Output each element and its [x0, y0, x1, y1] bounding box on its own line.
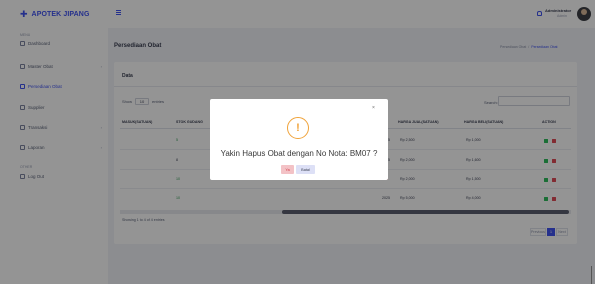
warning-circle-icon: ! [287, 117, 309, 139]
confirm-yes-button[interactable]: Ya [281, 165, 294, 174]
cancel-button[interactable]: Batal [296, 165, 315, 174]
close-icon[interactable]: × [372, 105, 375, 111]
edge-line [591, 266, 592, 284]
app-window: ✚ APOTEK JIPANG MENU Dashboard Master Ob… [0, 0, 595, 284]
dialog-message: Yakin Hapus Obat dengan No Nota: BM07 ? [220, 149, 378, 158]
confirm-delete-dialog: × ! Yakin Hapus Obat dengan No Nota: BM0… [210, 99, 388, 180]
warning-glyph: ! [296, 121, 300, 134]
